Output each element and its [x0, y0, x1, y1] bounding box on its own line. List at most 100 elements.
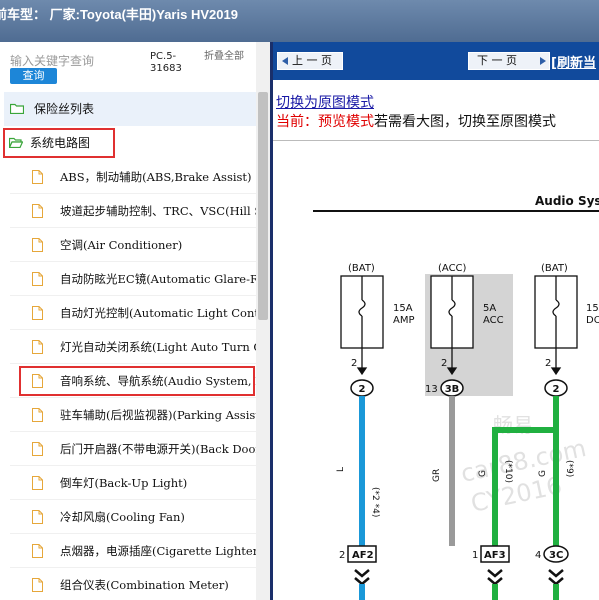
document-icon: [32, 442, 43, 456]
fuse-rating: 5A: [483, 303, 496, 314]
tree-item[interactable]: 灯光自动关闭系统(Light Auto Turn Off System): [10, 330, 256, 364]
tree-item-label: ABS，制动辅助(ABS,Brake Assist): [60, 170, 252, 184]
tree-item-label: 自动灯光控制(Automatic Light Control): [60, 306, 256, 320]
fuse-do: [534, 275, 578, 349]
tree-item[interactable]: 自动防眩光EC镜(Automatic Glare-Resistant EC Mi…: [10, 262, 256, 296]
tree-item[interactable]: 坡道起步辅助控制、TRC、VSC(Hill Start Assist Contr…: [10, 194, 256, 228]
document-icon: [32, 170, 43, 184]
wire-color-label: L: [336, 467, 346, 472]
tree-item[interactable]: 组合仪表(Combination Meter): [10, 568, 256, 600]
tree-item[interactable]: 空调(Air Conditioner): [10, 228, 256, 262]
document-icon: [32, 476, 43, 490]
tree-item-label: 冷却风扇(Cooling Fan): [60, 510, 185, 524]
next-page-button[interactable]: 下 一 页: [468, 52, 550, 70]
tree-item[interactable]: 后门开启器(不带电源开关)(Back Door Opener): [10, 432, 256, 466]
tree-item-label: 组合仪表(Combination Meter): [60, 578, 229, 592]
wire-note-label: (*2 *4): [370, 487, 380, 517]
fuse-pin-label: 2: [441, 358, 447, 369]
search-button[interactable]: 查询: [10, 68, 57, 84]
connector-label: 2: [359, 384, 366, 395]
diagram-viewer-panel: 上 一 页 下 一 页 [刷新当 切换为原图模式 当前：预览模式若需看大图，切换…: [270, 42, 599, 600]
bottom-connector-name: 3C: [549, 550, 563, 561]
tree-item-label: 驻车辅助(后视监视器)(Parking Assist Monitor): [60, 408, 256, 422]
connector-label: 3B: [445, 384, 460, 395]
wire-color-label: GR: [432, 469, 442, 482]
tree-item[interactable]: 点烟器，电源插座(Cigarette Lighter, Power Outlet…: [10, 534, 256, 568]
tree-folder-label: 保险丝列表: [34, 102, 95, 116]
tree-scrollbar[interactable]: [256, 42, 270, 600]
bottom-connector-name: AF3: [484, 550, 506, 561]
connector-pin-label: 13: [425, 384, 438, 395]
wiring-diagram: 畅易 car88.com CY2016 Audio Sys (BAT) (ACC…: [313, 194, 599, 600]
pc-code-label: PC.5-31683: [150, 51, 182, 74]
tree-item-label: 倒车灯(Back-Up Light): [60, 476, 188, 490]
bottom-connector-pin: 2: [339, 550, 345, 561]
connector-label: 2: [553, 384, 560, 395]
document-icon: [32, 204, 43, 218]
wire-color-label: G: [538, 470, 548, 477]
prev-page-button[interactable]: 上 一 页: [277, 52, 343, 70]
window-title-bar: 前车型： 厂家:Toyota(丰田)Yaris HV2019: [0, 0, 599, 42]
document-icon: [32, 510, 43, 524]
mode-hint: 若需看大图，切换至原图模式: [374, 114, 556, 130]
bottom-connector-pin: 4: [535, 550, 541, 561]
tree-item-label: 坡道起步辅助控制、TRC、VSC(Hill Start Assist Contr…: [60, 204, 256, 218]
fuse-rating: 15A: [393, 303, 413, 314]
fuse-pin-label: 2: [545, 358, 551, 369]
next-page-label: 下 一 页: [477, 54, 517, 67]
tree-item-label: 空调(Air Conditioner): [60, 238, 183, 252]
bottom-connector-pin: 1: [472, 550, 478, 561]
document-icon: [32, 408, 43, 422]
tree-item[interactable]: ABS，制动辅助(ABS,Brake Assist): [10, 160, 256, 194]
tree-item[interactable]: 自动灯光控制(Automatic Light Control): [10, 296, 256, 330]
arrow-right-icon: [540, 57, 546, 65]
current-mode-text: 当前：预览模式若需看大图，切换至原图模式: [276, 111, 556, 131]
tree-item[interactable]: 冷却风扇(Cooling Fan): [10, 500, 256, 534]
tree-item[interactable]: 驻车辅助(后视监视器)(Parking Assist Monitor): [10, 398, 256, 432]
scrollbar-thumb[interactable]: [258, 92, 268, 320]
wire-note-label: (*9): [564, 460, 574, 477]
document-icon: [32, 340, 43, 354]
wire-color-label: G: [478, 470, 488, 477]
fuse-source-label: (BAT): [541, 263, 568, 274]
mode-name: 预览模式: [318, 114, 374, 130]
tree-folder-fuse-list[interactable]: 保险丝列表: [4, 92, 256, 126]
document-icon: [32, 578, 43, 592]
prev-page-label: 上 一 页: [292, 54, 332, 67]
arrow-left-icon: [282, 57, 288, 65]
collapse-all-button[interactable]: 折叠全部: [204, 51, 246, 62]
document-icon: [32, 272, 43, 286]
fuse-name: ACC: [483, 315, 504, 326]
fuse-name: AMP: [393, 315, 415, 326]
fuse-rating: 15A: [586, 303, 599, 314]
switch-original-mode-link[interactable]: 切换为原图模式: [276, 92, 374, 112]
window-title: 前车型： 厂家:Toyota(丰田)Yaris HV2019: [0, 7, 238, 22]
mode-prefix: 当前：: [276, 114, 318, 130]
tree-item-label: 点烟器，电源插座(Cigarette Lighter, Power Outlet…: [60, 544, 256, 558]
watermark-text: 畅易: [493, 413, 533, 437]
tree-item[interactable]: 倒车灯(Back-Up Light): [10, 466, 256, 500]
viewer-divider: [273, 140, 599, 141]
search-input[interactable]: [10, 54, 140, 68]
fuse-source-label: (ACC): [438, 263, 467, 274]
highlight-box-item: [19, 366, 255, 396]
tree-item-label: 后门开启器(不带电源开关)(Back Door Opener): [60, 442, 256, 456]
fuse-amp: [340, 275, 384, 349]
viewer-nav-bar: 上 一 页 下 一 页 [刷新当: [273, 42, 599, 80]
fuse-name: DO: [586, 315, 599, 326]
document-icon: [32, 238, 43, 252]
bottom-connector-name: AF2: [352, 550, 374, 561]
refresh-link[interactable]: [刷新当: [551, 52, 596, 71]
circuit-tree: 保险丝列表 系统电路图 ABS，制动辅助(ABS,Brake Assist) 坡…: [0, 92, 256, 600]
fuse-acc: [430, 275, 474, 349]
diagram-title: Audio Sys: [535, 194, 599, 208]
left-tree-panel: 查询 PC.5-31683 折叠全部 保险丝列表 系统电路图 ABS，制动辅助(…: [0, 42, 270, 600]
document-icon: [32, 306, 43, 320]
tree-item-label: 灯光自动关闭系统(Light Auto Turn Off System): [60, 340, 256, 354]
folder-icon: [10, 103, 24, 114]
tree-item-label: 自动防眩光EC镜(Automatic Glare-Resistant EC Mi…: [60, 272, 256, 286]
fuse-pin-label: 2: [351, 358, 357, 369]
fuse-source-label: (BAT): [348, 263, 375, 274]
highlight-box-folder: [3, 128, 115, 158]
wire-note-label: (*10): [503, 460, 513, 483]
